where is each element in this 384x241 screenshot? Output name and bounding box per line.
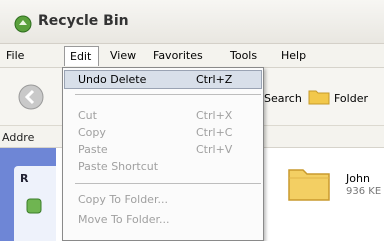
recycle-bin-small-icon	[26, 198, 42, 214]
menu-item-shortcut: Ctrl+V	[196, 143, 233, 156]
menu-separator	[75, 183, 261, 184]
back-arrow-icon[interactable]	[18, 84, 44, 110]
edit-menu-dropdown: Undo Delete Ctrl+Z Cut Ctrl+X Copy Ctrl+…	[62, 67, 264, 241]
folders-icon[interactable]	[307, 84, 331, 108]
search-button[interactable]: Search	[264, 92, 302, 105]
menu-file[interactable]: File	[6, 49, 24, 62]
menu-item-label: Paste Shortcut	[78, 160, 159, 173]
window-title: Recycle Bin	[38, 13, 129, 29]
menu-item-undo-delete[interactable]: Undo Delete Ctrl+Z	[63, 70, 263, 90]
menu-bar: File Edit View Favorites Tools Help	[0, 44, 384, 68]
address-label: Addre	[2, 131, 35, 144]
menu-item-paste-shortcut[interactable]: Paste Shortcut	[63, 157, 263, 177]
folder-icon[interactable]	[286, 160, 332, 204]
menu-edit[interactable]: Edit	[64, 46, 99, 66]
recycle-bin-icon	[14, 15, 32, 33]
menu-item-label: Paste	[78, 143, 108, 156]
menu-item-label: Undo Delete	[78, 73, 147, 86]
menu-item-label: Copy To Folder...	[78, 193, 168, 206]
file-name[interactable]: John	[346, 172, 370, 185]
menu-item-move-to-folder[interactable]: Move To Folder...	[63, 210, 263, 230]
folders-button[interactable]: Folder	[334, 92, 368, 105]
file-size: 936 KE	[346, 186, 382, 197]
menu-item-shortcut: Ctrl+C	[196, 126, 233, 139]
menu-item-shortcut: Ctrl+Z	[196, 73, 233, 86]
menu-item-label: Cut	[78, 109, 97, 122]
menu-item-copy-to-folder[interactable]: Copy To Folder...	[63, 190, 263, 210]
menu-favorites[interactable]: Favorites	[153, 49, 203, 62]
menu-view[interactable]: View	[110, 49, 136, 62]
title-bar: Recycle Bin	[0, 0, 384, 44]
menu-tools[interactable]: Tools	[230, 49, 257, 62]
task-panel-header[interactable]: R	[20, 172, 28, 185]
menu-item-shortcut: Ctrl+X	[196, 109, 233, 122]
menu-help[interactable]: Help	[281, 49, 306, 62]
menu-item-label: Copy	[78, 126, 106, 139]
menu-item-label: Move To Folder...	[78, 213, 170, 226]
menu-separator	[75, 94, 261, 95]
